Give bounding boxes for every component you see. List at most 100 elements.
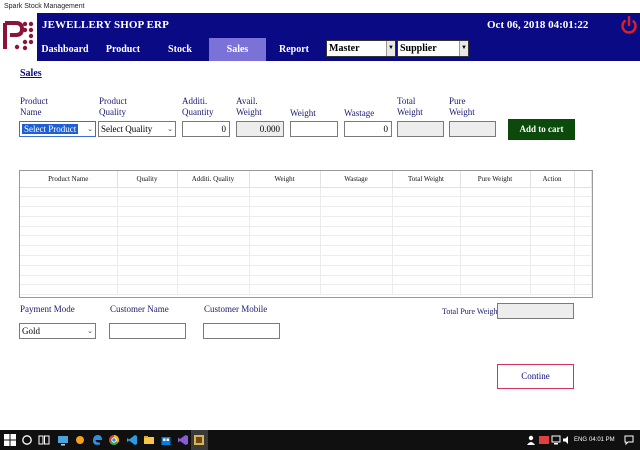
chevron-down-icon: ⌄ [167, 125, 173, 133]
table-row [20, 275, 592, 286]
label-line: Weight [397, 107, 423, 117]
table-row [20, 226, 592, 237]
customer-name-label: Customer Name [110, 304, 169, 314]
visual-studio-icon[interactable] [177, 434, 189, 446]
column-header: Total Weight [392, 171, 461, 188]
vscode-icon[interactable] [126, 434, 138, 446]
pure-weight-label: Pure Weight [449, 96, 475, 118]
nav-sales[interactable]: Sales [209, 38, 266, 61]
main-nav: Dashboard Product Stock Sales Report Mas… [37, 38, 640, 61]
sun-app-icon[interactable] [74, 434, 86, 446]
notification-badge-icon[interactable] [538, 434, 550, 446]
logo [0, 13, 37, 61]
language-indicator[interactable]: ENG [574, 434, 587, 446]
master-dropdown-value: Master [329, 43, 360, 54]
wastage-input[interactable]: 0 [344, 121, 392, 137]
file-explorer-icon[interactable] [143, 434, 155, 446]
product-quality-label: Product Quality [99, 96, 127, 118]
app-title: JEWELLERY SHOP ERP [42, 19, 169, 31]
weight-label: Weight [290, 108, 316, 118]
avail-weight-field: 0.000 [236, 121, 284, 137]
addl-quantity-label: Additi. Quantity [182, 96, 214, 118]
pure-weight-field [449, 121, 496, 137]
chevron-down-icon: ⌄ [87, 125, 93, 133]
cart-table: Product Name Quality Additi. Quality Wei… [19, 170, 593, 298]
task-view-icon[interactable] [38, 434, 50, 446]
chevron-down-icon: ▼ [459, 41, 468, 56]
product-name-select[interactable]: Select Product ⌄ [19, 121, 96, 137]
label-line: Product [20, 96, 48, 106]
column-header: Quality [117, 171, 178, 188]
app-header: JEWELLERY SHOP ERP Oct 06, 2018 04:01:22 [37, 13, 640, 38]
weight-input[interactable] [290, 121, 338, 137]
product-quality-select[interactable]: Select Quality ⌄ [98, 121, 176, 137]
label-line: Quantity [182, 107, 214, 117]
label-line: Total [397, 96, 416, 106]
chevron-down-icon: ▼ [386, 41, 395, 56]
total-weight-field [397, 121, 444, 137]
table-row [20, 187, 592, 198]
table-row [20, 255, 592, 266]
current-datetime: Oct 06, 2018 04:01:22 [487, 19, 589, 31]
nav-report[interactable]: Report [269, 38, 319, 61]
brand-logo-icon [3, 21, 34, 51]
total-pure-weight-field [497, 303, 574, 319]
volume-icon[interactable] [561, 434, 573, 446]
people-tray-icon[interactable] [525, 434, 537, 446]
label-line: Weight [449, 107, 475, 117]
customer-name-input[interactable] [109, 323, 186, 339]
customer-mobile-label: Customer Mobile [204, 304, 268, 314]
nav-stock[interactable]: Stock [153, 38, 207, 61]
table-header-row: Product Name Quality Additi. Quality Wei… [20, 171, 592, 188]
column-header: Product Name [20, 171, 118, 188]
supplier-dropdown[interactable]: Supplier ▼ [397, 40, 469, 57]
power-icon [621, 15, 637, 34]
table-row [20, 196, 592, 208]
active-app-tab[interactable] [191, 430, 208, 450]
table-row [20, 284, 592, 296]
desktop-icon[interactable] [57, 434, 69, 446]
column-header: Wastage [320, 171, 393, 188]
nav-dashboard[interactable]: Dashboard [37, 38, 93, 61]
continue-button[interactable]: Contine [497, 364, 574, 389]
column-header: Additi. Quality [177, 171, 250, 188]
edge-browser-icon[interactable] [91, 434, 103, 446]
avail-weight-label: Avail. Weight [236, 96, 262, 118]
table-row [20, 216, 592, 227]
add-to-cart-button[interactable]: Add to cart [508, 119, 575, 140]
payment-mode-select[interactable]: Gold ⌄ [19, 323, 96, 339]
power-button[interactable] [620, 15, 638, 35]
windows-start-icon[interactable] [4, 434, 16, 446]
payment-mode-select-value: Gold [22, 326, 40, 336]
total-pure-weight-label: Total Pure Weight [442, 307, 500, 316]
column-header: Weight [249, 171, 321, 188]
nav-product[interactable]: Product [95, 38, 151, 61]
total-weight-label: Total Weight [397, 96, 423, 118]
wastage-label: Wastage [344, 108, 375, 118]
label-line: Name [20, 107, 42, 117]
table-row [20, 265, 592, 276]
master-dropdown[interactable]: Master ▼ [326, 40, 396, 57]
addl-quantity-input[interactable]: 0 [182, 121, 230, 137]
column-header: Pure Weight [460, 171, 531, 188]
stock-app-icon [194, 435, 204, 445]
product-quality-select-value: Select Quality [101, 124, 153, 134]
table-row [20, 206, 592, 217]
chevron-down-icon: ⌄ [87, 327, 93, 335]
action-center-icon[interactable] [623, 434, 635, 446]
label-line: Pure [449, 96, 466, 106]
column-header [574, 171, 592, 188]
table-row [20, 235, 592, 247]
customer-mobile-input[interactable] [203, 323, 280, 339]
label-line: Weight [236, 107, 262, 117]
search-icon[interactable] [21, 434, 33, 446]
page-title: Sales [20, 68, 42, 79]
payment-mode-label: Payment Mode [20, 304, 75, 314]
chrome-icon[interactable] [108, 434, 120, 446]
store-icon[interactable] [160, 434, 172, 446]
supplier-dropdown-value: Supplier [400, 43, 437, 54]
table-row [20, 245, 592, 257]
label-line: Product [99, 96, 127, 106]
taskbar-clock[interactable]: 04:01 PM [589, 434, 615, 446]
column-header: Action [530, 171, 575, 188]
